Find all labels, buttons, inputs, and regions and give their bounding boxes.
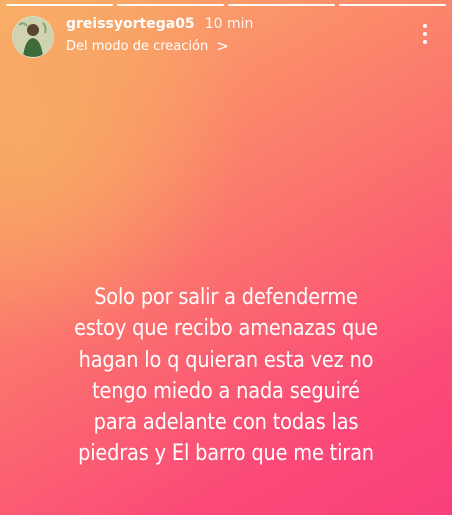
story-time: 10 min — [204, 16, 254, 32]
story-text: Solo por salir a defenderme estoy que re… — [45, 282, 406, 470]
progress-segment — [117, 4, 224, 6]
story-text-line: hagan lo q quieran esta vez no — [78, 346, 374, 373]
avatar-image — [13, 17, 53, 57]
story-text-line: piedras y El barro que me tiran — [78, 440, 374, 467]
story-text-line: para adelante con todas las — [93, 409, 359, 436]
story-progress-bar — [6, 4, 446, 6]
user-line: greissyortega05 10 min — [66, 16, 253, 32]
story-header: greissyortega05 10 min Del modo de creac… — [10, 12, 442, 60]
story-text-line: tengo miedo a nada seguiré — [92, 377, 360, 404]
avatar[interactable] — [12, 16, 54, 58]
chevron-right-icon: > — [216, 37, 229, 55]
progress-segment — [339, 4, 446, 6]
progress-segment — [228, 4, 335, 6]
creation-mode-link[interactable]: Del modo de creación > — [66, 37, 229, 55]
more-vertical-icon[interactable] — [422, 24, 428, 44]
progress-segment — [6, 4, 113, 6]
creation-mode-label: Del modo de creación — [66, 39, 209, 54]
story-text-line: estoy que recibo amenazas que — [74, 315, 378, 342]
story-text-line: Solo por salir a defenderme — [94, 284, 358, 310]
username[interactable]: greissyortega05 — [66, 16, 195, 32]
